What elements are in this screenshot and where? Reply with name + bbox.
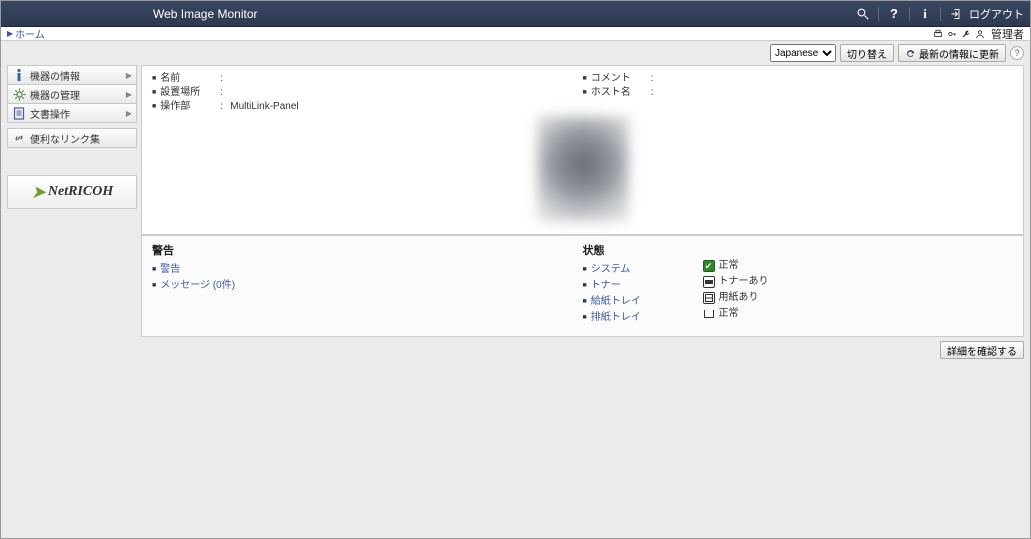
chevron-right-icon: ▶: [126, 71, 132, 80]
status-list: 状態 ■システム ■トナー ■給紙トレイ ■排紙トレイ: [583, 242, 703, 326]
switch-button[interactable]: 切り替え: [840, 44, 894, 62]
status-output-tray-link[interactable]: ■排紙トレイ: [583, 310, 703, 326]
link-icon: [12, 131, 26, 145]
status-ok-icon: ✔: [703, 260, 715, 272]
info-col-left: ■名前: ■設置場所: ■操作部:MultiLink-Panel: [152, 72, 583, 114]
info-icon: [12, 68, 26, 82]
user-row: 管理者: [933, 26, 1030, 42]
alert-messages-link[interactable]: ■メッセージ (0件): [152, 278, 583, 294]
toner-icon: [703, 276, 715, 288]
body: 機器の情報 ▶ 機器の管理 ▶ 文書操作 ▶: [1, 65, 1030, 538]
info-col-right: ■コメント: ■ホスト名:: [583, 72, 1014, 114]
sidebar-item-label: 文書操作: [30, 106, 70, 121]
app-window: Web Image Monitor ? i ログアウト ▶ ホーム: [0, 0, 1031, 539]
sidebar-item-links[interactable]: 便利なリンク集: [7, 128, 137, 148]
breadcrumb-home: ホーム: [15, 26, 45, 41]
kv-row: ■名前:: [152, 72, 583, 86]
state-label: 正常: [719, 258, 739, 274]
state-row: ✔ 正常: [703, 258, 769, 274]
state-label: 用紙あり: [719, 290, 759, 306]
print-icon[interactable]: [933, 29, 943, 39]
status-system-link[interactable]: ■システム: [583, 262, 703, 278]
device-image: [537, 116, 629, 222]
alert-link[interactable]: ■警告: [152, 262, 583, 278]
kv-row: ■設置場所:: [152, 86, 583, 100]
paper-icon: [703, 292, 715, 304]
chevron-right-icon: ▶: [126, 90, 132, 99]
status-input-tray-link[interactable]: ■給紙トレイ: [583, 294, 703, 310]
document-icon: [12, 106, 26, 120]
brand-logo-text: NetRICOH: [48, 184, 113, 200]
kv-key: 設置場所: [160, 86, 220, 100]
sidebar: 機器の情報 ▶ 機器の管理 ▶ 文書操作 ▶: [1, 65, 141, 538]
details-button[interactable]: 詳細を確認する: [940, 341, 1024, 359]
switch-label: 切り替え: [847, 46, 887, 61]
sidebar-item-label: 機器の情報: [30, 68, 80, 83]
device-info-panel: ■名前: ■設置場所: ■操作部:MultiLink-Panel ■コメント: …: [141, 65, 1024, 235]
state-row: 正常: [703, 306, 769, 322]
kv-key: 名前: [160, 72, 220, 86]
wrench-icon[interactable]: [961, 29, 971, 39]
kv-row: ■操作部:MultiLink-Panel: [152, 100, 583, 114]
header-bar: Web Image Monitor ? i ログアウト: [1, 1, 1030, 27]
sidebar-item-document[interactable]: 文書操作 ▶: [7, 103, 137, 123]
chevron-right-icon: ▶: [126, 109, 132, 118]
subheader: ▶ ホーム 管理者: [1, 27, 1030, 41]
alerts-title: 警告: [152, 242, 583, 258]
gear-icon: [12, 87, 26, 101]
status-toner-link[interactable]: ■トナー: [583, 278, 703, 294]
breadcrumb[interactable]: ▶ ホーム: [1, 26, 45, 41]
divider: [909, 7, 910, 21]
kv-row: ■コメント:: [583, 72, 1014, 86]
status-states: ✔ 正常 トナーあり 用: [703, 242, 769, 326]
sidebar-item-label: 便利なリンク集: [30, 131, 100, 146]
user-role: 管理者: [991, 26, 1024, 42]
divider: [878, 7, 879, 21]
status-title: 状態: [583, 242, 703, 258]
tray-icon: [703, 308, 715, 320]
kv-val: MultiLink-Panel: [230, 100, 298, 114]
state-label: トナーあり: [719, 274, 769, 290]
status-panel: 警告 ■警告 ■メッセージ (0件) 状態 ■システム ■トナー ■給紙トレイ …: [141, 235, 1024, 337]
logout-icon: [947, 5, 965, 23]
breadcrumb-arrow-icon: ▶: [7, 29, 13, 38]
status-col: 状態 ■システム ■トナー ■給紙トレイ ■排紙トレイ ✔ 正常: [583, 242, 1014, 326]
state-row: 用紙あり: [703, 290, 769, 306]
user-icon[interactable]: [975, 29, 985, 39]
language-select[interactable]: Japanese: [770, 44, 836, 62]
toolbar: Japanese 切り替え 最新の情報に更新 ?: [1, 41, 1030, 65]
info-columns: ■名前: ■設置場所: ■操作部:MultiLink-Panel ■コメント: …: [152, 72, 1013, 114]
brand-logo[interactable]: ➤ NetRICOH: [7, 175, 137, 209]
logout-label: ログアウト: [969, 6, 1024, 22]
swoosh-icon: ➤: [31, 182, 46, 203]
help-icon[interactable]: ?: [885, 5, 903, 23]
details-label: 詳細を確認する: [947, 343, 1017, 358]
state-row: トナーあり: [703, 274, 769, 290]
app-title: Web Image Monitor: [153, 7, 258, 21]
key-icon[interactable]: [947, 29, 957, 39]
divider: [940, 7, 941, 21]
sidebar-item-device-info[interactable]: 機器の情報 ▶: [7, 65, 137, 85]
kv-key: ホスト名: [591, 86, 651, 100]
sidebar-item-device-manage[interactable]: 機器の管理 ▶: [7, 84, 137, 104]
refresh-label: 最新の情報に更新: [919, 46, 999, 61]
toolbar-help-icon[interactable]: ?: [1010, 46, 1024, 60]
state-label: 正常: [719, 306, 739, 322]
info-icon[interactable]: i: [916, 5, 934, 23]
search-icon[interactable]: [854, 5, 872, 23]
sidebar-item-label: 機器の管理: [30, 87, 80, 102]
refresh-icon: [905, 48, 916, 59]
kv-key: コメント: [591, 72, 651, 86]
alerts-col: 警告 ■警告 ■メッセージ (0件): [152, 242, 583, 326]
header-actions: ? i ログアウト: [854, 5, 1030, 23]
main: ■名前: ■設置場所: ■操作部:MultiLink-Panel ■コメント: …: [141, 65, 1030, 538]
refresh-button[interactable]: 最新の情報に更新: [898, 44, 1006, 62]
logout-link[interactable]: ログアウト: [947, 5, 1024, 23]
footer-row: 詳細を確認する: [141, 337, 1024, 359]
sidebar-menu: 機器の情報 ▶ 機器の管理 ▶ 文書操作 ▶: [7, 65, 137, 148]
kv-row: ■ホスト名:: [583, 86, 1014, 100]
kv-key: 操作部: [160, 100, 220, 114]
